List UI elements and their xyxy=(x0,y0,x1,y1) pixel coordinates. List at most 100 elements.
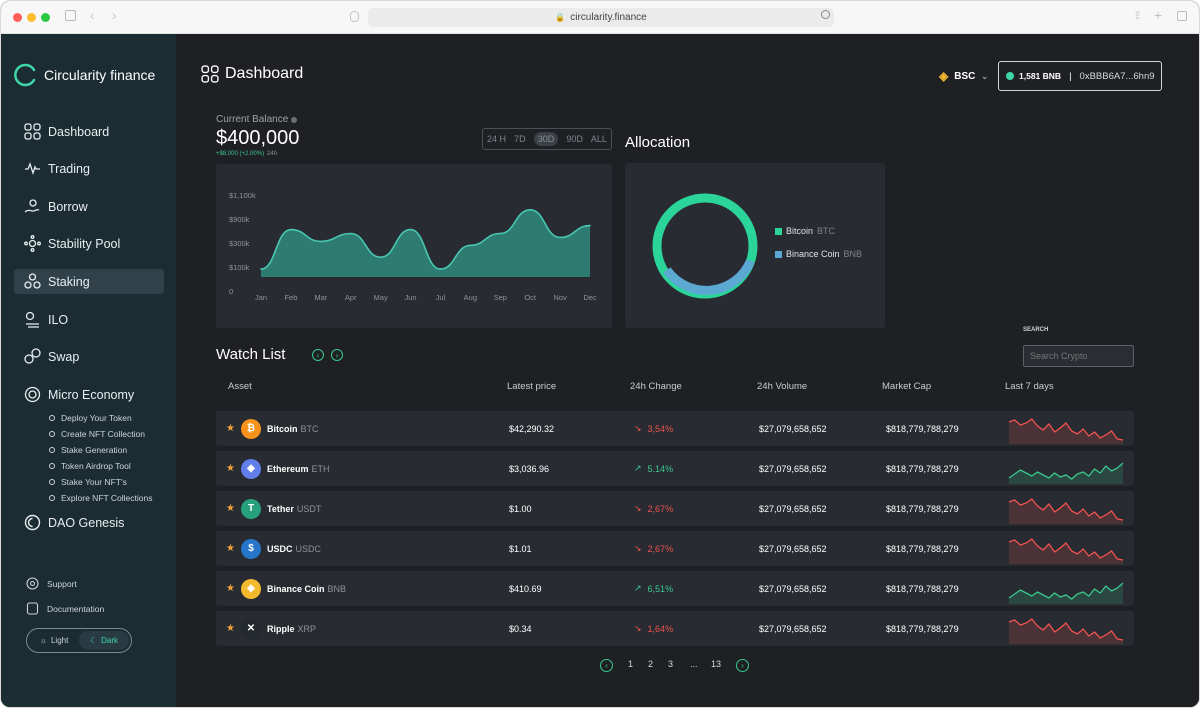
wallet-button[interactable]: 1,581 BNB | 0xBBB6A7...6hn9 xyxy=(998,61,1162,91)
maximize-window-icon[interactable] xyxy=(41,13,50,22)
minimize-window-icon[interactable] xyxy=(27,13,36,22)
volume-cell: $27,079,658,652 xyxy=(759,463,827,474)
chart-point xyxy=(469,244,472,247)
tab-90d[interactable]: 90D xyxy=(566,134,583,144)
sub-item-token-airdrop[interactable]: Token Airdrop Tool xyxy=(49,461,131,471)
network-selector[interactable]: ◈ BSC ⌄ xyxy=(939,69,988,83)
wallet-balance: 1,581 BNB xyxy=(1019,71,1062,81)
star-icon[interactable]: ★ xyxy=(226,491,235,526)
chart-point xyxy=(439,268,442,270)
close-window-icon[interactable] xyxy=(13,13,22,22)
trend-down-icon: ↘ xyxy=(634,543,642,553)
star-icon[interactable]: ★ xyxy=(226,451,235,486)
legend-item-btc: Bitcoin BTC xyxy=(775,226,835,236)
page-13[interactable]: 13 xyxy=(711,659,721,669)
asset-name: Ripple xyxy=(267,623,295,634)
new-tab-icon[interactable]: + xyxy=(1154,7,1162,23)
tab-all[interactable]: ALL xyxy=(591,134,607,144)
brand[interactable]: Circularity finance xyxy=(14,63,155,87)
moon-icon: ☾ xyxy=(89,636,98,645)
price-cell: $42,290.32 xyxy=(509,423,555,434)
reload-icon[interactable] xyxy=(821,10,830,19)
trend-down-icon: ↘ xyxy=(634,623,642,633)
ilo-icon xyxy=(25,311,39,328)
tab-30d[interactable]: 30D xyxy=(533,132,559,146)
tab-7d[interactable]: 7D xyxy=(514,134,526,144)
sub-item-stake-generation[interactable]: Stake Generation xyxy=(49,445,127,455)
watchlist-next-icon[interactable]: › xyxy=(331,349,343,361)
col-header-last7: Last 7 days xyxy=(1005,381,1054,392)
sub-item-deploy-token[interactable]: Deploy Your Token xyxy=(49,413,132,423)
bullet-icon xyxy=(49,463,55,469)
wallet-address: 0xBBB6A7...6hn9 xyxy=(1079,70,1155,82)
sub-item-stake-nft[interactable]: Stake Your NFT's xyxy=(49,477,127,487)
watchlist-prev-icon[interactable]: ‹ xyxy=(312,349,324,361)
star-icon[interactable]: ★ xyxy=(226,611,235,646)
table-row[interactable]: ★ ✕ Ripple XRP $0.34 ↘ 1,64% $27,079,658,652 $81… xyxy=(216,611,1134,646)
sub-item-label: Stake Your NFT's xyxy=(61,477,127,487)
table-row[interactable]: ★ T Tether USDT $1.00 ↘ 2,67% $27,079,658,652 $8… xyxy=(216,491,1134,526)
x-tick-label: Mar xyxy=(314,293,327,302)
forward-icon[interactable]: › xyxy=(112,7,117,23)
sidebar-item-stability-pool[interactable]: Stability Pool xyxy=(14,231,164,256)
sidebar-item-swap[interactable]: Swap xyxy=(14,344,164,369)
share-icon[interactable]: ⇪ xyxy=(1133,9,1142,22)
address-bar[interactable]: 🔒 circularity.finance xyxy=(368,8,834,27)
dao-icon xyxy=(24,514,41,531)
asset-cell: USDC USDC xyxy=(267,531,321,566)
brand-name: Circularity finance xyxy=(44,67,156,83)
coin-icon: $ xyxy=(241,538,261,559)
sparkline xyxy=(1008,538,1124,564)
borrow-icon xyxy=(24,199,40,213)
sidebar-item-dao-genesis[interactable]: DAO Genesis xyxy=(14,510,164,535)
sidebar-item-dashboard[interactable]: Dashboard xyxy=(14,119,164,144)
prev-page-icon[interactable]: ‹ xyxy=(600,659,613,672)
dark-mode-option[interactable]: ☾ Dark xyxy=(79,631,129,650)
price-cell: $410.69 xyxy=(509,583,542,594)
page-1[interactable]: 1 xyxy=(628,659,633,669)
star-icon[interactable]: ★ xyxy=(226,411,235,446)
support-link[interactable]: Support xyxy=(26,577,77,590)
sidebar-item-ilo[interactable]: ILO xyxy=(14,307,164,332)
sub-item-create-nft-collection[interactable]: Create NFT Collection xyxy=(49,429,145,439)
range-tabs: 24 H 7D 30D 90D ALL xyxy=(482,128,612,150)
table-row[interactable]: ★ ◆ Ethereum ETH $3,036.96 ↗ 5.14% $27,079,658,… xyxy=(216,451,1134,486)
page-3[interactable]: 3 xyxy=(668,659,673,669)
tabs-overview-icon[interactable] xyxy=(1177,11,1187,21)
tab-24h[interactable]: 24 H xyxy=(487,134,506,144)
change-value: 6,51% xyxy=(647,583,674,594)
documentation-link[interactable]: Documentation xyxy=(26,602,104,615)
col-header-cap: Market Cap xyxy=(882,381,932,392)
sidebar-item-borrow[interactable]: Borrow xyxy=(14,194,164,219)
change-value: 3,54% xyxy=(647,423,674,434)
star-icon[interactable]: ★ xyxy=(226,571,235,606)
table-row[interactable]: ★ ₿ Bitcoin BTC $42,290.32 ↘ 3,54% $27,079,658,… xyxy=(216,411,1134,446)
light-mode-option[interactable]: ☼ Light xyxy=(29,631,79,650)
x-tick-label: May xyxy=(374,293,388,302)
table-row[interactable]: ★ ◈ Binance Coin BNB $410.69 ↗ 6,51% $27,079,65… xyxy=(216,571,1134,606)
sidebar-item-micro-economy[interactable]: Micro Economy xyxy=(14,382,164,407)
sidebar-item-trading[interactable]: Trading xyxy=(14,156,164,181)
x-tick-label: Apr xyxy=(345,293,357,302)
page-2[interactable]: 2 xyxy=(648,659,653,669)
info-icon[interactable] xyxy=(291,116,298,123)
search-input[interactable] xyxy=(1023,345,1134,367)
coin-icon: ◈ xyxy=(241,578,261,599)
x-tick-label: Jun xyxy=(404,293,416,302)
bullet-icon xyxy=(49,447,55,453)
coin-icon: ₿ xyxy=(241,418,261,439)
volume-cell: $27,079,658,652 xyxy=(759,623,827,634)
star-icon[interactable]: ★ xyxy=(226,531,235,566)
next-page-icon[interactable]: › xyxy=(736,659,749,672)
trend-down-icon: ↘ xyxy=(634,503,642,513)
legend-symbol: BNB xyxy=(843,249,863,259)
sub-item-explore-nft[interactable]: Explore NFT Collections xyxy=(49,493,153,503)
sidebar-toggle-icon[interactable] xyxy=(65,10,76,21)
cap-cell: $818,779,788,279 xyxy=(886,583,959,594)
theme-toggle[interactable]: ☼ Light ☾ Dark xyxy=(26,628,132,653)
balance-change: +$8,000 (+2.00%) xyxy=(216,151,265,157)
sidebar-item-staking[interactable]: Staking xyxy=(14,269,164,294)
back-icon[interactable]: ‹ xyxy=(90,7,95,23)
allocation-donut xyxy=(652,193,758,299)
table-row[interactable]: ★ $ USDC USDC $1.01 ↘ 2,67% $27,079,658,652 $818… xyxy=(216,531,1134,566)
